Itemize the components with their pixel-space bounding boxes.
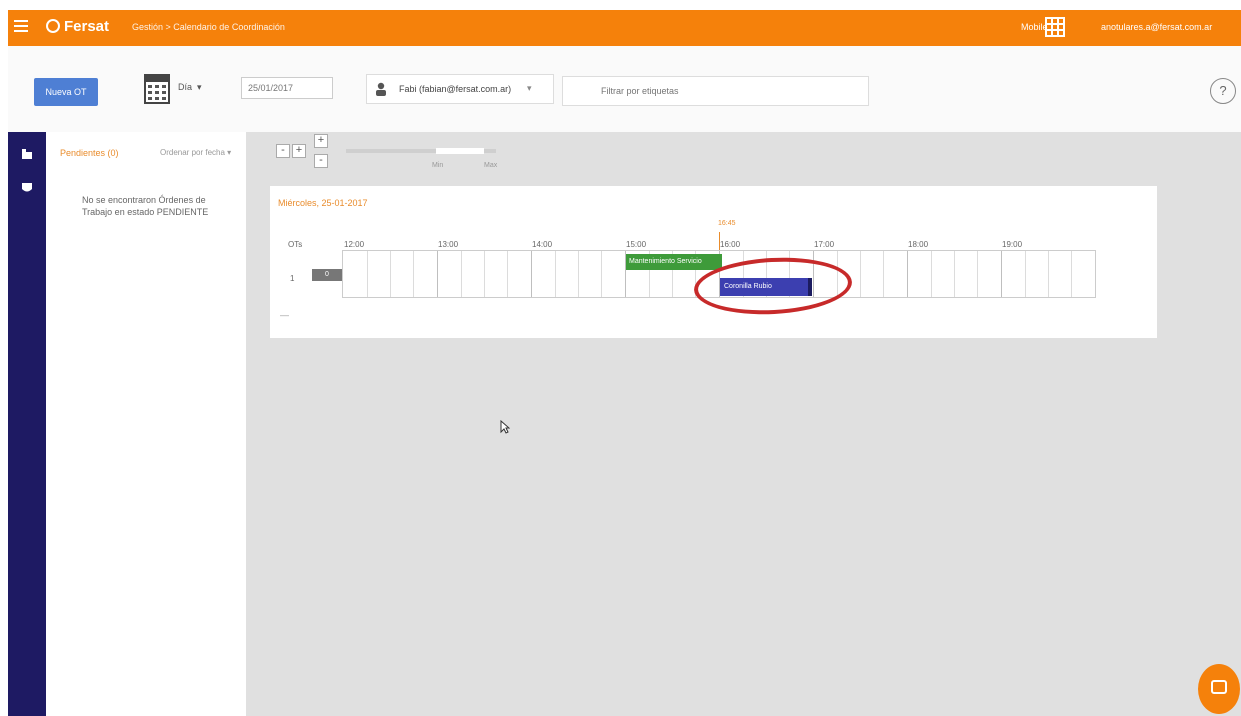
hour-label: 18:00 (908, 240, 929, 249)
date-field[interactable]: 25/01/2017 (241, 77, 333, 99)
hour-label: 16:00 (720, 240, 741, 249)
current-time-marker (719, 232, 720, 252)
pending-panel: Pendientes (0) Ordenar por fecha ▾ No se… (46, 132, 247, 716)
ot-column-header: OTs (288, 240, 303, 249)
breadcrumb: Gestión > Calendario de Coordinación (132, 22, 285, 32)
zoom-min-label: Min (432, 162, 444, 169)
footer-dash: — (280, 310, 289, 320)
tag-filter-input[interactable] (562, 76, 869, 106)
new-ot-button[interactable]: Nueva OT (34, 78, 98, 106)
help-button[interactable]: ? (1210, 78, 1236, 104)
step-up-button[interactable]: + (314, 134, 328, 148)
pending-title[interactable]: Pendientes (0) (60, 148, 119, 158)
pending-sort[interactable]: Ordenar por fecha ▾ (160, 148, 231, 157)
top-bar: Fersat Gestión > Calendario de Coordinac… (8, 10, 1241, 46)
task-block[interactable]: Mantenimiento Servicio (626, 254, 722, 270)
logo-icon (46, 19, 60, 33)
mouse-cursor-icon (500, 420, 510, 434)
wrench-icon[interactable] (21, 148, 33, 160)
hour-label: 19:00 (1002, 240, 1023, 249)
person-icon (376, 82, 386, 96)
row-count-badge[interactable]: 0 (312, 269, 342, 281)
toolbar: Nueva OT Día ▾ 25/01/2017 Fabi (fabian@f… (8, 46, 1241, 133)
chevron-down-icon: ▾ (527, 83, 532, 93)
zoom-in-button[interactable]: + (292, 144, 306, 158)
hamburger-icon[interactable] (14, 20, 28, 34)
zoom-max-label: Max (484, 162, 498, 169)
schedule-card: Miércoles, 25-01-2017 OTs 12:00 13:00 14… (270, 186, 1157, 338)
step-down-button[interactable]: - (314, 154, 328, 168)
zoom-slider-handle[interactable] (436, 148, 484, 154)
technician-value: Fabi (fabian@fersat.com.ar) (399, 84, 512, 94)
schedule-area: - + + - Min Max Miércoles, 25-01-2017 OT… (246, 132, 1241, 716)
left-nav (8, 132, 46, 716)
app-logo[interactable]: Fersat (64, 18, 109, 35)
hour-label: 12:00 (344, 240, 365, 249)
shield-icon[interactable] (21, 182, 33, 194)
calendar-icon[interactable] (144, 74, 170, 104)
hour-label: 14:00 (532, 240, 553, 249)
view-select[interactable]: Día ▾ (178, 82, 202, 93)
hour-label: 13:00 (438, 240, 459, 249)
row-number: 1 (290, 274, 295, 283)
user-email[interactable]: anotulares.a@fersat.com.ar (1101, 22, 1212, 32)
technician-select[interactable]: Fabi (fabian@fersat.com.ar) ▾ (366, 74, 554, 104)
schedule-date: Miércoles, 25-01-2017 (278, 198, 368, 208)
hour-label: 15:00 (626, 240, 647, 249)
pending-empty-message: No se encontraron Órdenes de Trabajo en … (82, 195, 209, 217)
zoom-out-button[interactable]: - (276, 144, 290, 158)
chat-button[interactable] (1198, 664, 1240, 714)
hour-label: 17:00 (814, 240, 835, 249)
chat-icon (1211, 680, 1227, 694)
current-time-label: 16:45 (718, 220, 736, 227)
grid-icon[interactable] (1045, 17, 1065, 37)
mobile-link[interactable]: Mobile (1021, 22, 1048, 32)
